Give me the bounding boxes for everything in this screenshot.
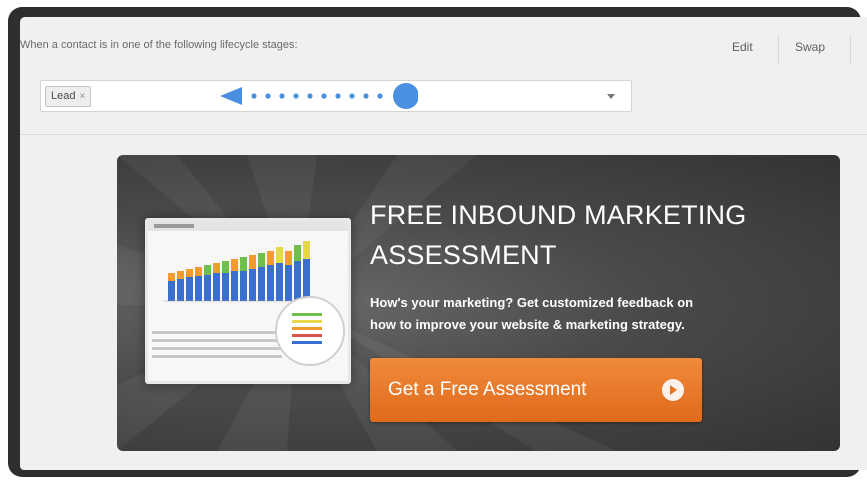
- play-circle-icon: [662, 379, 684, 401]
- banner-headline: FREE INBOUND MARKETING ASSESSMENT: [370, 200, 747, 270]
- banner-subtext: How's your marketing? Get customized fee…: [370, 295, 694, 332]
- annotation-arrow: [220, 83, 418, 109]
- edit-link[interactable]: Edit: [732, 40, 753, 54]
- stage-token: Lead ×: [45, 86, 92, 107]
- dashboard-preview-image: [145, 218, 351, 384]
- action-divider: [850, 36, 851, 64]
- chevron-down-icon[interactable]: [607, 94, 615, 99]
- swap-link[interactable]: Swap: [795, 40, 825, 54]
- free-assessment-button-label: Get a Free Assessment: [388, 379, 587, 400]
- action-divider: [778, 36, 779, 64]
- free-assessment-button[interactable]: Get a Free Assessment: [370, 358, 702, 422]
- section-divider: [20, 134, 867, 135]
- stage-token-label: Lead: [51, 90, 76, 102]
- remove-token-icon[interactable]: ×: [79, 87, 85, 106]
- lifecycle-condition-text: When a contact is in one of the followin…: [20, 39, 298, 51]
